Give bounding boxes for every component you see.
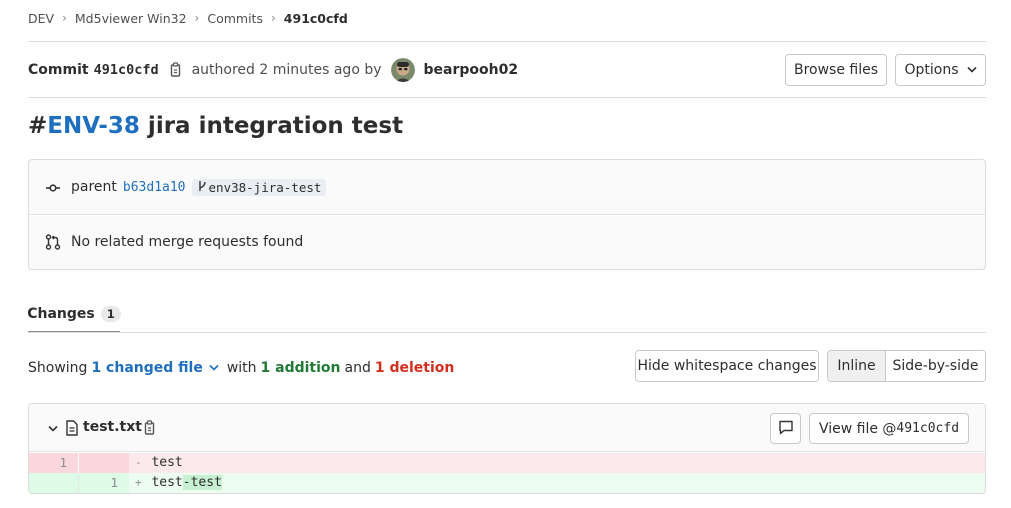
breadcrumb-separator-icon: › — [270, 11, 276, 25]
diff-line-addition: 1 + test-test — [29, 473, 985, 493]
merge-request-icon — [45, 234, 61, 250]
diff-line-deletion: 1 - test — [29, 453, 985, 473]
parent-sha-link[interactable]: b63d1a10 — [123, 180, 186, 195]
diff-file-name[interactable]: test.txt — [83, 419, 142, 435]
options-label: Options — [904, 62, 959, 78]
inline-view-button[interactable]: Inline — [828, 351, 886, 381]
new-line-number[interactable]: 1 — [79, 473, 129, 493]
collapse-file-chevron-icon[interactable] — [47, 421, 59, 435]
tab-changes-count-badge: 1 — [100, 305, 121, 322]
new-line-number[interactable] — [79, 453, 129, 473]
breadcrumb: DEV › Md5viewer Win32 › Commits › 491c0c… — [28, 9, 348, 27]
authored-text: authored 2 minutes ago by — [191, 62, 382, 78]
diff-line-text: test — [151, 475, 183, 490]
tab-changes[interactable]: Changes 1 — [27, 296, 121, 333]
commit-sha: 491c0cfd — [93, 62, 159, 78]
divider — [28, 41, 986, 42]
diff-inline-addition: -test — [182, 475, 222, 490]
options-dropdown-button[interactable]: Options — [895, 54, 986, 86]
breadcrumb-item-project[interactable]: Md5viewer Win32 — [75, 11, 187, 26]
commit-title: #ENV-38 jira integration test — [28, 113, 403, 139]
commit-label: Commit — [28, 62, 89, 78]
hide-whitespace-button[interactable]: Hide whitespace changes — [635, 350, 819, 382]
view-file-button[interactable]: View file @491c0cfd — [809, 413, 969, 444]
diff-line-code: + test-test — [129, 473, 222, 493]
parent-row: parent b63d1a10 env38-jira-test — [45, 177, 327, 197]
commit-title-issue-link[interactable]: ENV-38 — [47, 113, 140, 139]
chevron-down-icon — [966, 65, 977, 76]
breadcrumb-item-current-commit[interactable]: 491c0cfd — [284, 11, 348, 26]
addition-marker: + — [135, 476, 142, 489]
commit-info-box: parent b63d1a10 env38-jira-test No relat… — [28, 159, 986, 270]
old-line-number[interactable] — [29, 473, 79, 493]
diff-file: test.txt View file @491c0cfd 1 - test 1 … — [28, 403, 986, 494]
browse-files-button[interactable]: Browse files — [785, 54, 887, 86]
file-text-icon — [65, 420, 79, 436]
diff-stats-showing: Showing — [28, 360, 88, 376]
breadcrumb-separator-icon: › — [62, 11, 67, 25]
copy-file-path-icon[interactable] — [143, 420, 157, 436]
divider — [28, 97, 986, 98]
commit-title-hash: # — [28, 113, 48, 139]
author-name[interactable]: bearpooh02 — [424, 62, 519, 78]
merge-requests-row: No related merge requests found — [45, 232, 303, 252]
divider — [28, 332, 986, 333]
changed-files-dropdown[interactable]: 1 changed file — [91, 360, 202, 376]
branch-icon — [197, 180, 207, 195]
tab-changes-label: Changes — [27, 305, 95, 322]
deletion-marker: - — [135, 456, 142, 469]
chevron-down-icon[interactable] — [209, 363, 219, 374]
commit-node-icon — [45, 179, 61, 195]
diff-stats-and: and — [344, 360, 371, 376]
copy-sha-icon[interactable] — [169, 62, 183, 78]
branch-tag[interactable]: env38-jira-test — [191, 178, 327, 196]
diff-file-header: test.txt View file @491c0cfd — [29, 404, 985, 452]
diff-line-text: test — [151, 455, 183, 470]
commit-title-text: jira integration test — [139, 113, 404, 139]
diff-line-code: - test — [129, 453, 183, 473]
breadcrumb-separator-icon: › — [194, 11, 200, 25]
side-by-side-view-button[interactable]: Side-by-side — [886, 351, 985, 381]
branch-name: env38-jira-test — [208, 179, 322, 195]
diff-view-toggle: Inline Side-by-side — [827, 350, 986, 382]
additions-count: 1 addition — [260, 360, 341, 376]
diff-stats: Showing 1 changed file with 1 addition a… — [28, 358, 454, 378]
view-file-label: View file @ — [818, 420, 897, 437]
comment-icon — [778, 419, 794, 439]
divider — [29, 214, 985, 215]
parent-label: parent — [71, 179, 117, 195]
breadcrumb-item-commits[interactable]: Commits — [207, 11, 263, 26]
diff-stats-with: with — [226, 360, 257, 376]
toggle-comments-button[interactable] — [770, 413, 801, 444]
merge-requests-text: No related merge requests found — [71, 234, 304, 250]
deletions-count: 1 deletion — [374, 360, 455, 376]
commit-info: Commit 491c0cfd authored 2 minutes ago b… — [28, 58, 519, 82]
old-line-number[interactable]: 1 — [29, 453, 79, 473]
view-file-sha: 491c0cfd — [896, 421, 960, 436]
breadcrumb-item-group[interactable]: DEV — [28, 11, 54, 26]
author-avatar[interactable] — [390, 58, 415, 82]
